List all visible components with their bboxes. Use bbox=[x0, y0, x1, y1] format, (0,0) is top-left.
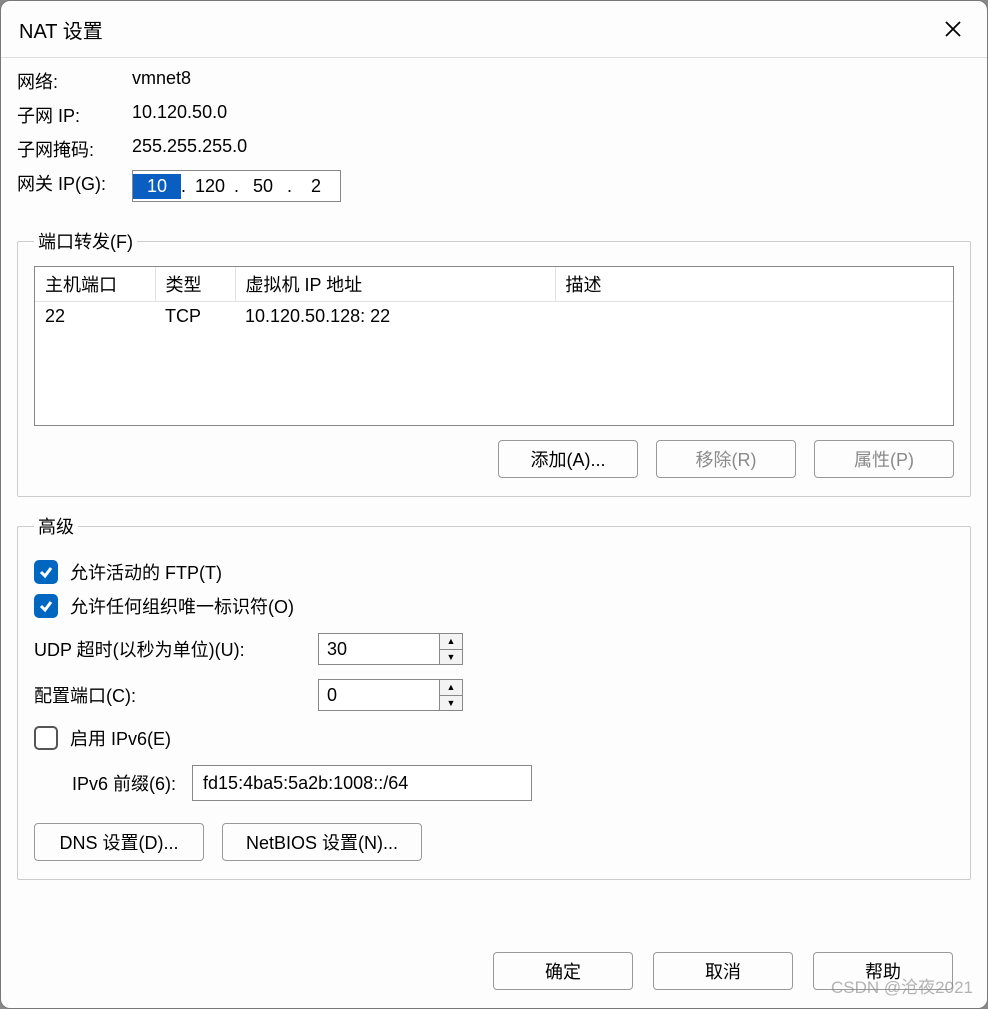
spin-up-icon[interactable]: ▲ bbox=[440, 680, 462, 696]
subnet-ip-label: 子网 IP: bbox=[17, 102, 132, 128]
allow-oui-checkbox[interactable] bbox=[34, 594, 58, 618]
gateway-ip-label: 网关 IP(G): bbox=[17, 170, 132, 202]
spin-down-icon[interactable]: ▼ bbox=[440, 650, 462, 665]
port-forwarding-table: 主机端口 类型 虚拟机 IP 地址 描述 22 TCP 10.120.50.12… bbox=[35, 267, 953, 331]
titlebar: NAT 设置 bbox=[1, 1, 987, 53]
gateway-octet-2[interactable] bbox=[186, 174, 234, 199]
config-port-input[interactable] bbox=[319, 680, 439, 710]
allow-oui-row: 允许任何组织唯一标识符(O) bbox=[34, 593, 954, 619]
gateway-octet-1[interactable] bbox=[133, 174, 181, 199]
spin-down-icon[interactable]: ▼ bbox=[440, 696, 462, 711]
cancel-button[interactable]: 取消 bbox=[653, 952, 793, 990]
dialog-footer: 确定 取消 帮助 bbox=[17, 938, 971, 1008]
check-icon bbox=[38, 564, 54, 580]
config-port-row: 配置端口(C): ▲ ▼ bbox=[34, 679, 954, 711]
allow-active-ftp-row: 允许活动的 FTP(T) bbox=[34, 559, 954, 585]
enable-ipv6-row: 启用 IPv6(E) bbox=[34, 725, 954, 751]
dns-settings-button[interactable]: DNS 设置(D)... bbox=[34, 823, 204, 861]
table-header-row: 主机端口 类型 虚拟机 IP 地址 描述 bbox=[35, 267, 953, 302]
gateway-octet-3[interactable] bbox=[239, 174, 287, 199]
cell-desc bbox=[555, 302, 953, 332]
subnet-mask-value: 255.255.255.0 bbox=[132, 136, 971, 162]
cell-vm-ip: 10.120.50.128: 22 bbox=[235, 302, 555, 332]
enable-ipv6-label: 启用 IPv6(E) bbox=[70, 725, 171, 751]
config-port-spin-buttons: ▲ ▼ bbox=[439, 680, 462, 710]
ipv6-prefix-input[interactable] bbox=[192, 765, 532, 801]
dialog-body: 网络: vmnet8 子网 IP: 10.120.50.0 子网掩码: 255.… bbox=[1, 57, 987, 1008]
udp-timeout-spinner[interactable]: ▲ ▼ bbox=[318, 633, 463, 665]
properties-button[interactable]: 属性(P) bbox=[814, 440, 954, 478]
gateway-ip-field-wrap: . . . bbox=[132, 170, 971, 202]
advanced-group: 高级 允许活动的 FTP(T) 允许任何组织唯一标识符(O) UDP 超时(以秒… bbox=[17, 513, 971, 880]
col-host-port[interactable]: 主机端口 bbox=[35, 267, 155, 302]
gateway-octet-4[interactable] bbox=[292, 174, 340, 199]
close-button[interactable] bbox=[933, 9, 973, 49]
port-forwarding-group: 端口转发(F) 主机端口 类型 虚拟机 IP 地址 描述 22 bbox=[17, 228, 971, 497]
remove-button[interactable]: 移除(R) bbox=[656, 440, 796, 478]
advanced-legend: 高级 bbox=[34, 513, 78, 539]
port-forwarding-table-wrap[interactable]: 主机端口 类型 虚拟机 IP 地址 描述 22 TCP 10.120.50.12… bbox=[34, 266, 954, 426]
allow-active-ftp-checkbox[interactable] bbox=[34, 560, 58, 584]
network-value: vmnet8 bbox=[132, 68, 971, 94]
add-button[interactable]: 添加(A)... bbox=[498, 440, 638, 478]
udp-timeout-label: UDP 超时(以秒为单位)(U): bbox=[34, 636, 302, 662]
port-forwarding-buttons: 添加(A)... 移除(R) 属性(P) bbox=[34, 440, 954, 478]
col-vm-ip[interactable]: 虚拟机 IP 地址 bbox=[235, 267, 555, 302]
dialog-title: NAT 设置 bbox=[19, 15, 103, 44]
subnet-ip-value: 10.120.50.0 bbox=[132, 102, 971, 128]
spin-up-icon[interactable]: ▲ bbox=[440, 634, 462, 650]
help-button[interactable]: 帮助 bbox=[813, 952, 953, 990]
cell-host-port: 22 bbox=[35, 302, 155, 332]
udp-timeout-spin-buttons: ▲ ▼ bbox=[439, 634, 462, 664]
allow-active-ftp-label: 允许活动的 FTP(T) bbox=[70, 559, 222, 585]
ok-button[interactable]: 确定 bbox=[493, 952, 633, 990]
allow-oui-label: 允许任何组织唯一标识符(O) bbox=[70, 593, 294, 619]
config-port-spinner[interactable]: ▲ ▼ bbox=[318, 679, 463, 711]
close-icon bbox=[944, 20, 962, 38]
ipv6-prefix-label: IPv6 前缀(6): bbox=[72, 770, 176, 796]
config-port-label: 配置端口(C): bbox=[34, 682, 302, 708]
network-info: 网络: vmnet8 子网 IP: 10.120.50.0 子网掩码: 255.… bbox=[17, 68, 971, 202]
subnet-mask-label: 子网掩码: bbox=[17, 136, 132, 162]
network-label: 网络: bbox=[17, 68, 132, 94]
advanced-buttons: DNS 设置(D)... NetBIOS 设置(N)... bbox=[34, 823, 954, 861]
col-desc[interactable]: 描述 bbox=[555, 267, 953, 302]
check-icon bbox=[38, 598, 54, 614]
udp-timeout-input[interactable] bbox=[319, 634, 439, 664]
port-forwarding-legend: 端口转发(F) bbox=[34, 228, 137, 254]
gateway-ip-input[interactable]: . . . bbox=[132, 170, 341, 202]
col-type[interactable]: 类型 bbox=[155, 267, 235, 302]
udp-timeout-row: UDP 超时(以秒为单位)(U): ▲ ▼ bbox=[34, 633, 954, 665]
cell-type: TCP bbox=[155, 302, 235, 332]
nat-settings-dialog: NAT 设置 网络: vmnet8 子网 IP: 10.120.50.0 子网掩… bbox=[0, 0, 988, 1009]
enable-ipv6-checkbox[interactable] bbox=[34, 726, 58, 750]
table-row[interactable]: 22 TCP 10.120.50.128: 22 bbox=[35, 302, 953, 332]
ipv6-prefix-row: IPv6 前缀(6): bbox=[34, 765, 954, 801]
netbios-settings-button[interactable]: NetBIOS 设置(N)... bbox=[222, 823, 422, 861]
